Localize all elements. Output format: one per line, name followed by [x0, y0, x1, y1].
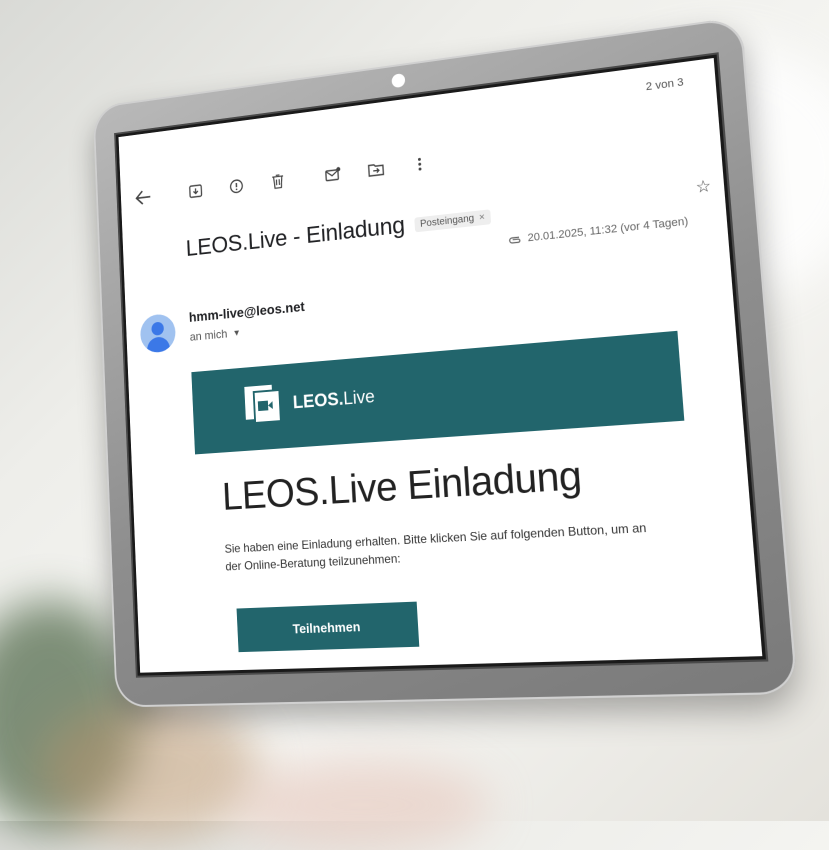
- trash-icon[interactable]: [265, 167, 292, 195]
- star-icon[interactable]: ☆: [695, 176, 712, 198]
- email-toolbar: [131, 148, 452, 211]
- move-to-icon[interactable]: [362, 155, 390, 183]
- tablet-device: 2 von 3 LEOS.Live - Einladung Posteingan…: [92, 16, 799, 708]
- screen: 2 von 3 LEOS.Live - Einladung Posteingan…: [113, 52, 768, 678]
- archive-icon[interactable]: [183, 178, 209, 205]
- brand-light: Live: [342, 385, 376, 408]
- recipient-label: an mich: [189, 326, 228, 344]
- pagination-count: 2 von 3: [645, 76, 685, 94]
- report-spam-icon[interactable]: [223, 173, 249, 200]
- email-body: Sie haben eine Einladung erhalten. Bitte…: [224, 520, 647, 574]
- camera: [391, 73, 406, 89]
- mark-unread-icon[interactable]: [319, 161, 346, 189]
- join-button[interactable]: Teilnehmen: [236, 601, 420, 653]
- email-banner: LEOS.Live: [191, 330, 685, 455]
- email-heading: LEOS.Live Einladung: [221, 452, 583, 519]
- chevron-down-icon[interactable]: ▼: [232, 328, 241, 338]
- attachment-icon: [507, 234, 522, 245]
- back-arrow-icon[interactable]: [131, 184, 156, 211]
- sender-address: hmm-live@leos.net: [188, 298, 306, 325]
- background-cloth: [230, 760, 490, 850]
- label-chip-text: Posteingang: [419, 212, 475, 230]
- email-subject: LEOS.Live - Einladung: [185, 211, 406, 262]
- recipient-toggle[interactable]: an mich ▼: [190, 326, 242, 344]
- brand-bold: LEOS.: [292, 388, 344, 412]
- leos-logo-icon: [244, 384, 283, 426]
- leos-logo: LEOS.Live: [244, 376, 376, 425]
- more-vert-icon[interactable]: [406, 150, 434, 178]
- avatar: [139, 312, 177, 354]
- label-remove-icon[interactable]: ×: [479, 211, 485, 222]
- background-table: [40, 700, 260, 840]
- label-chip[interactable]: Posteingang ×: [413, 208, 492, 232]
